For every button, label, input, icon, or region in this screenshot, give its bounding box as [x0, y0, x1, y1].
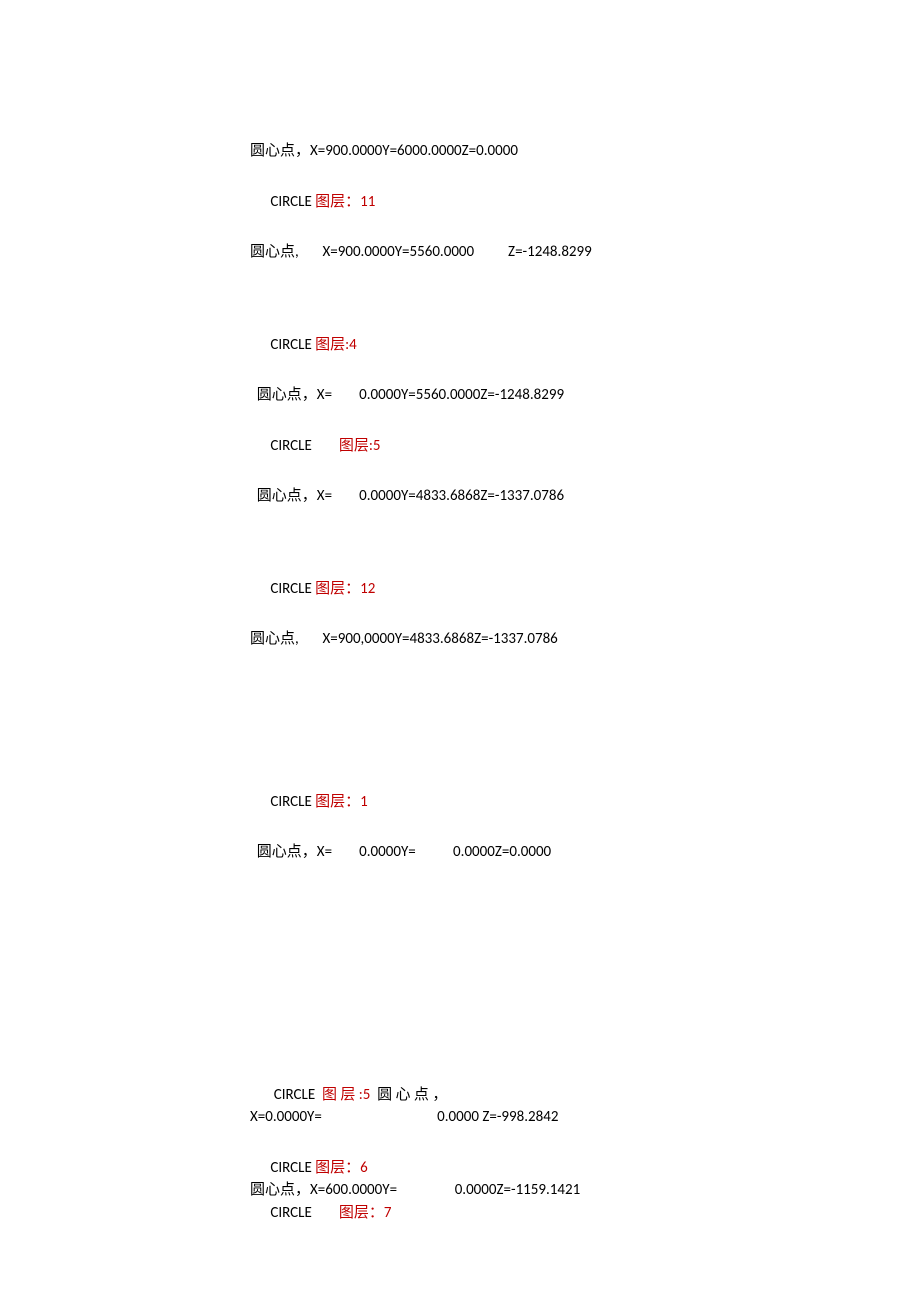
text-segment: CIRCLE: [250, 1204, 339, 1222]
text-segment: 圆心点, X=900,0000Y=4833.6868Z=-1337.0786: [250, 630, 558, 648]
text-line: CIRCLE 图层：12: [250, 578, 750, 601]
text-segment: CIRCLE: [250, 580, 315, 598]
text-segment: 圆心点，X= 0.0000Y= 0.0000Z=0.0000: [250, 843, 551, 861]
layer-label: 图 层 :5: [322, 1086, 370, 1104]
layer-label: 图层：12: [315, 580, 375, 598]
text-segment: CIRCLE: [250, 1086, 322, 1104]
layer-label: 图层：6: [315, 1159, 368, 1177]
spacer: [250, 864, 750, 1084]
text-segment: 圆心点, X=900.0000Y=5560.0000 Z=-1248.8299: [250, 243, 592, 261]
spacer: [250, 813, 750, 841]
layer-label: 图层：11: [315, 193, 375, 211]
text-segment: CIRCLE: [250, 336, 315, 354]
text-line: CIRCLE 图层：6: [250, 1157, 750, 1180]
layer-label: 图层:4: [315, 336, 357, 354]
text-line: CIRCLE 图层：1: [250, 791, 750, 814]
spacer: [250, 1129, 750, 1157]
text-segment: 圆心点，X= 0.0000Y=5560.0000Z=-1248.8299: [250, 386, 564, 404]
text-segment: 圆 心 点 ，: [370, 1086, 447, 1104]
text-line: 圆心点，X= 0.0000Y=5560.0000Z=-1248.8299: [250, 384, 750, 407]
text-segment: X=0.0000Y= 0.0000 Z=-998.2842: [250, 1108, 558, 1126]
text-segment: 圆心点，X=900.0000Y=6000.0000Z=0.0000: [250, 142, 518, 160]
text-segment: CIRCLE: [250, 1159, 315, 1177]
text-line: 圆心点，X=900.0000Y=6000.0000Z=0.0000: [250, 140, 750, 163]
text-line: 圆心点，X= 0.0000Y=4833.6868Z=-1337.0786: [250, 485, 750, 508]
spacer: [250, 213, 750, 241]
spacer: [250, 457, 750, 485]
layer-label: 图层：7: [339, 1204, 392, 1222]
text-line: 圆心点, X=900.0000Y=5560.0000 Z=-1248.8299: [250, 241, 750, 264]
spacer: [250, 356, 750, 384]
spacer: [250, 508, 750, 578]
layer-label: 图层:5: [339, 437, 381, 455]
text-segment: CIRCLE: [250, 437, 339, 455]
spacer: [250, 264, 750, 334]
document-content: 圆心点，X=900.0000Y=6000.0000Z=0.0000 CIRCLE…: [250, 140, 750, 1224]
text-segment: CIRCLE: [250, 793, 315, 811]
text-line: 圆心点，X= 0.0000Y= 0.0000Z=0.0000: [250, 841, 750, 864]
text-line: CIRCLE 图层:4: [250, 334, 750, 357]
text-line: 圆心点, X=900,0000Y=4833.6868Z=-1337.0786: [250, 628, 750, 651]
text-line: X=0.0000Y= 0.0000 Z=-998.2842: [250, 1106, 750, 1129]
spacer: [250, 163, 750, 191]
spacer: [250, 407, 750, 435]
text-line: CIRCLE 图层:5: [250, 435, 750, 458]
text-line: CIRCLE 图层：11: [250, 191, 750, 214]
spacer: [250, 600, 750, 628]
text-line: CIRCLE 图 层 :5 圆 心 点 ，: [250, 1084, 750, 1107]
text-segment: CIRCLE: [250, 193, 315, 211]
spacer: [250, 651, 750, 791]
text-line: 圆心点，X=600.0000Y= 0.0000Z=-1159.1421: [250, 1179, 750, 1202]
text-line: CIRCLE 图层：7: [250, 1202, 750, 1225]
text-segment: 圆心点，X=600.0000Y= 0.0000Z=-1159.1421: [250, 1181, 580, 1199]
text-segment: 圆心点，X= 0.0000Y=4833.6868Z=-1337.0786: [250, 487, 564, 505]
layer-label: 图层：1: [315, 793, 368, 811]
